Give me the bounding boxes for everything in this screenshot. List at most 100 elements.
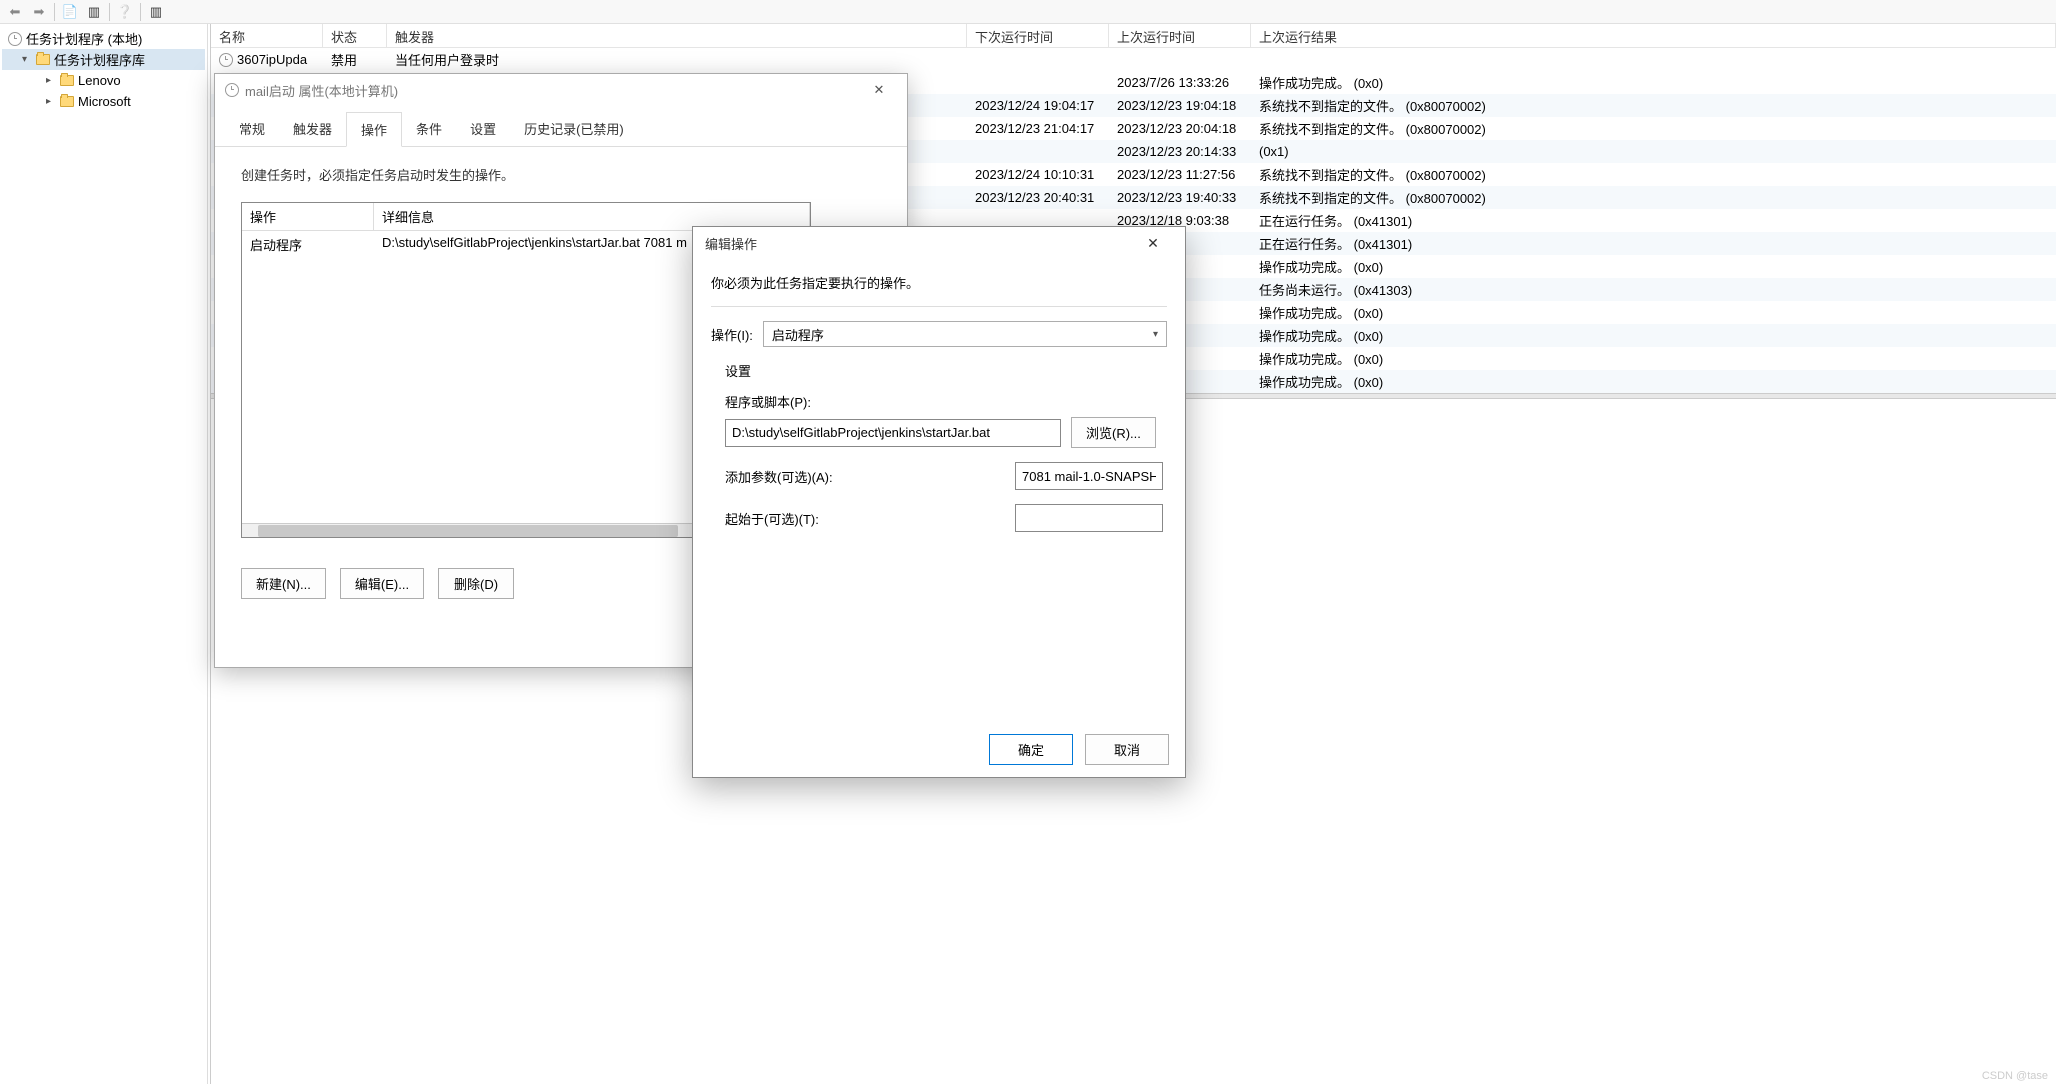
dialog-titlebar[interactable]: 编辑操作 ✕ bbox=[693, 227, 1185, 259]
delete-button[interactable]: 删除(D) bbox=[438, 568, 514, 599]
folder-icon bbox=[36, 54, 50, 65]
tab-5[interactable]: 历史记录(已禁用) bbox=[510, 112, 638, 146]
cell-result: 任务尚未运行。 (0x41303) bbox=[1251, 278, 2056, 301]
cell-result: 操作成功完成。 (0x0) bbox=[1251, 324, 2056, 347]
cell-next: 2023/12/23 20:40:31 bbox=[967, 188, 1109, 207]
watermark: CSDN @tase bbox=[1982, 1070, 2048, 1082]
cell-result: 操作成功完成。 (0x0) bbox=[1251, 370, 2056, 393]
script-path-input[interactable] bbox=[725, 419, 1061, 447]
cell-next: 2023/12/23 21:04:17 bbox=[967, 119, 1109, 138]
tab-description: 创建任务时，必须指定任务启动时发生的操作。 bbox=[241, 165, 881, 184]
ok-button[interactable]: 确定 bbox=[989, 734, 1073, 765]
cell-last: 2023/7/26 13:33:26 bbox=[1109, 73, 1251, 92]
close-button[interactable]: ✕ bbox=[1133, 229, 1173, 257]
cell-result: 正在运行任务。 (0x41301) bbox=[1251, 232, 2056, 255]
col-trigger[interactable]: 触发器 bbox=[387, 24, 967, 47]
startin-label: 起始于(可选)(T): bbox=[725, 509, 819, 528]
panel-icon[interactable]: ▥ bbox=[83, 2, 105, 22]
script-label: 程序或脚本(P): bbox=[725, 392, 1167, 411]
close-button[interactable]: ✕ bbox=[861, 77, 897, 103]
action-icon[interactable]: 📄 bbox=[59, 2, 81, 22]
cell-last: 2023/12/23 20:14:33 bbox=[1109, 142, 1251, 161]
chevron-down-icon[interactable]: ▾ bbox=[22, 54, 32, 65]
folder-icon bbox=[60, 75, 74, 86]
tree-item-label: Microsoft bbox=[78, 94, 131, 109]
tab-strip: 常规触发器操作条件设置历史记录(已禁用) bbox=[215, 112, 907, 147]
separator bbox=[109, 3, 110, 21]
divider bbox=[711, 306, 1167, 307]
window-icon[interactable]: ▥ bbox=[145, 2, 167, 22]
cell-result: 系统找不到指定的文件。 (0x80070002) bbox=[1251, 94, 2056, 117]
edit-action-dialog: 编辑操作 ✕ 你必须为此任务指定要执行的操作。 操作(I): 启动程序 ▾ 设置… bbox=[692, 226, 1186, 778]
cell-next bbox=[967, 219, 1109, 223]
tree-item-microsoft[interactable]: ▸ Microsoft bbox=[2, 91, 205, 112]
cell-result: 操作成功完成。 (0x0) bbox=[1251, 301, 2056, 324]
toolbar: ⬅ ➡ 📄 ▥ ❔ ▥ bbox=[0, 0, 2056, 24]
chevron-right-icon[interactable]: ▸ bbox=[46, 75, 56, 86]
cell-result: 操作成功完成。 (0x0) bbox=[1251, 71, 2056, 94]
startin-input[interactable] bbox=[1015, 504, 1163, 532]
dialog-title: 编辑操作 bbox=[705, 234, 1133, 253]
col-result[interactable]: 上次运行结果 bbox=[1251, 24, 2056, 47]
arguments-label: 添加参数(可选)(A): bbox=[725, 467, 833, 486]
tree-root[interactable]: 任务计划程序 (本地) bbox=[2, 28, 205, 49]
cell-result: 系统找不到指定的文件。 (0x80070002) bbox=[1251, 163, 2056, 186]
tree-item-label: Lenovo bbox=[78, 73, 121, 88]
tree-library-label: 任务计划程序库 bbox=[54, 50, 145, 69]
cell-last: 2023/12/23 11:27:56 bbox=[1109, 165, 1251, 184]
col-status[interactable]: 状态 bbox=[323, 24, 387, 47]
tab-2[interactable]: 操作 bbox=[346, 112, 402, 147]
col-next-run[interactable]: 下次运行时间 bbox=[967, 24, 1109, 47]
settings-section-label: 设置 bbox=[725, 361, 1167, 380]
tree-library[interactable]: ▾ 任务计划程序库 bbox=[2, 49, 205, 70]
navigation-tree: 任务计划程序 (本地) ▾ 任务计划程序库 ▸ Lenovo ▸ Microso… bbox=[0, 24, 208, 1084]
cell-result: 操作成功完成。 (0x0) bbox=[1251, 347, 2056, 370]
task-table-header: 名称 状态 触发器 下次运行时间 上次运行时间 上次运行结果 bbox=[211, 24, 2056, 48]
tree-root-label: 任务计划程序 (本地) bbox=[26, 29, 142, 48]
clock-icon bbox=[8, 32, 22, 46]
cell-next bbox=[967, 150, 1109, 154]
cell-next: 2023/12/24 10:10:31 bbox=[967, 165, 1109, 184]
cell-result: 系统找不到指定的文件。 (0x80070002) bbox=[1251, 117, 2056, 140]
cell-result: 正在运行任务。 (0x41301) bbox=[1251, 209, 2056, 232]
cell-next bbox=[967, 81, 1109, 85]
back-arrow-icon[interactable]: ⬅ bbox=[4, 2, 26, 22]
folder-icon bbox=[60, 96, 74, 107]
tab-4[interactable]: 设置 bbox=[456, 112, 510, 146]
scrollbar-thumb[interactable] bbox=[258, 525, 678, 537]
tab-0[interactable]: 常规 bbox=[225, 112, 279, 146]
table-row[interactable]: 3607ipUpda禁用当任何用户登录时 bbox=[211, 48, 2056, 71]
cell-status: 禁用 bbox=[323, 48, 387, 71]
cancel-button[interactable]: 取消 bbox=[1085, 734, 1169, 765]
tab-3[interactable]: 条件 bbox=[402, 112, 456, 146]
action-label: 操作(I): bbox=[711, 325, 753, 344]
dialog-titlebar[interactable]: mail启动 属性(本地计算机) ✕ bbox=[215, 74, 907, 106]
dialog-title: mail启动 属性(本地计算机) bbox=[245, 81, 861, 100]
ops-col-operation[interactable]: 操作 bbox=[242, 203, 374, 230]
cell-trigger: 当任何用户登录时 bbox=[387, 48, 967, 71]
cell-result: 操作成功完成。 (0x0) bbox=[1251, 255, 2056, 278]
action-select-value: 启动程序 bbox=[772, 325, 824, 344]
new-button[interactable]: 新建(N)... bbox=[241, 568, 326, 599]
cell-last: 2023/12/23 19:40:33 bbox=[1109, 188, 1251, 207]
clock-icon bbox=[225, 83, 239, 97]
chevron-right-icon[interactable]: ▸ bbox=[46, 96, 56, 107]
help-icon[interactable]: ❔ bbox=[114, 2, 136, 22]
cell-next: 2023/12/24 19:04:17 bbox=[967, 96, 1109, 115]
edit-button[interactable]: 编辑(E)... bbox=[340, 568, 424, 599]
tab-1[interactable]: 触发器 bbox=[279, 112, 346, 146]
separator bbox=[54, 3, 55, 21]
col-last-run[interactable]: 上次运行时间 bbox=[1109, 24, 1251, 47]
tree-item-lenovo[interactable]: ▸ Lenovo bbox=[2, 70, 205, 91]
forward-arrow-icon[interactable]: ➡ bbox=[28, 2, 50, 22]
dialog-description: 你必须为此任务指定要执行的操作。 bbox=[711, 273, 1167, 292]
cell-result: 系统找不到指定的文件。 (0x80070002) bbox=[1251, 186, 2056, 209]
action-select[interactable]: 启动程序 ▾ bbox=[763, 321, 1167, 347]
operation-name: 启动程序 bbox=[242, 231, 374, 258]
col-name[interactable]: 名称 bbox=[211, 24, 323, 47]
arguments-input[interactable] bbox=[1015, 462, 1163, 490]
separator bbox=[140, 3, 141, 21]
browse-button[interactable]: 浏览(R)... bbox=[1071, 417, 1156, 448]
chevron-down-icon: ▾ bbox=[1153, 329, 1158, 340]
cell-name: 3607ipUpda bbox=[211, 50, 323, 70]
